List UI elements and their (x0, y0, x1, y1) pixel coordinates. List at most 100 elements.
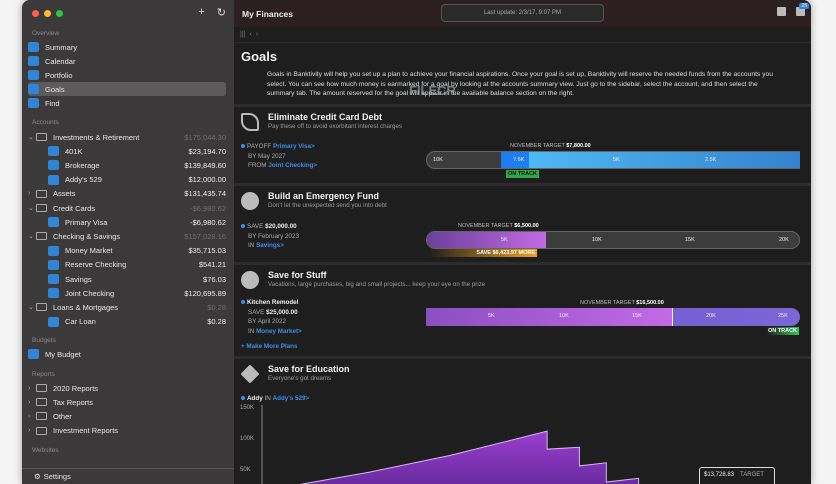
due-date: BY May 2027 (248, 152, 286, 160)
sidebar-item-find[interactable]: Find (28, 96, 226, 110)
goal-card-save-for-stuff[interactable]: Save for Stuff Vacations, large purchase… (234, 262, 811, 356)
account-link[interactable]: Savings> (256, 242, 284, 249)
chevron-icon[interactable]: ⌄ (28, 232, 36, 240)
gear-dot-icon[interactable] (241, 224, 245, 228)
sidebar-account[interactable]: ⌄ Investments & Retirement $175,044.30 (28, 130, 226, 144)
piggy-bank-icon (241, 271, 259, 289)
sidebar-account[interactable]: Car Loan $0.28 (28, 315, 226, 329)
sidebar-report[interactable]: › Tax Reports (28, 395, 226, 409)
sidebar-item-summary[interactable]: Summary (28, 40, 226, 54)
account-icon (48, 259, 59, 270)
goals-icon (28, 84, 39, 94)
close-button[interactable] (32, 10, 39, 17)
progress-bar: 10K 7.6K 5K 2.5K (426, 151, 800, 169)
export-icon[interactable] (777, 7, 786, 16)
account-link[interactable]: Primary Visa> (273, 143, 315, 150)
sidebar-account[interactable]: 401K $23,194.70 (28, 144, 226, 158)
chevron-icon[interactable]: › (28, 385, 36, 392)
account-name: Investments & Retirement (53, 132, 140, 142)
report-name: Other (53, 411, 72, 421)
sidebar-report[interactable]: › Other (28, 409, 226, 423)
goal-amount: $25,000.00 (266, 308, 298, 316)
sidebar-report[interactable]: › 2020 Reports (28, 381, 226, 395)
section-accounts: Accounts (32, 119, 59, 126)
goal-subtitle: Pay these off to avoid exorbitant intere… (268, 123, 403, 130)
sidebar-account[interactable]: Money Market $35,715.03 (28, 244, 226, 258)
account-name: Loans & Mortgages (53, 302, 119, 312)
account-balance: $23,194.70 (188, 146, 226, 156)
status-badge: ON TRACK (506, 170, 540, 178)
sidebar-account[interactable]: Savings $76.03 (28, 272, 226, 286)
chevron-icon[interactable]: › (28, 413, 36, 420)
sidebar-account[interactable]: Joint Checking $120,695.89 (28, 286, 226, 300)
status-badge: SAVE $6,423.97 MORE (428, 249, 537, 257)
sidebar-account[interactable]: Reserve Checking $541.21 (28, 258, 226, 272)
chevron-icon[interactable]: ⌄ (28, 133, 36, 141)
sidebar-report[interactable]: › Investment Reports (28, 424, 226, 438)
y-tick-label: 150K (240, 405, 254, 411)
shovel-icon (241, 113, 259, 131)
goal-card-credit-card[interactable]: Eliminate Credit Card Debt Pay these off… (234, 104, 811, 184)
account-balance: -$6,980.62 (190, 217, 226, 227)
back-icon[interactable]: ‹ (249, 31, 251, 38)
folder-icon (36, 412, 47, 421)
folder-icon (36, 133, 47, 141)
last-update-status: Last update: 2/3/17, 9:07 PM (441, 4, 604, 22)
sidebar-item-calendar[interactable]: Calendar (28, 54, 226, 68)
tick-label: 5K (501, 237, 508, 243)
minimize-button[interactable] (44, 10, 51, 17)
gear-icon: ⚙ (34, 472, 41, 481)
chevron-icon[interactable]: › (28, 427, 36, 434)
account-link[interactable]: Money Market> (256, 328, 302, 335)
account-balance: $0.28 (207, 317, 226, 327)
sidebar-account[interactable]: ⌄ Credit Cards -$6,980.62 (28, 201, 226, 215)
window-controls (32, 10, 63, 17)
sidebar-item-portfolio[interactable]: Portfolio (28, 68, 226, 82)
chevron-icon[interactable]: › (28, 399, 36, 406)
gear-dot-icon[interactable] (241, 144, 245, 148)
account-name: Joint Checking (65, 288, 115, 298)
portfolio-icon (28, 70, 39, 80)
sidebar-account[interactable]: ⌄ Checking & Savings $157,028.16 (28, 229, 226, 243)
account-name: 401K (65, 146, 83, 156)
inbox-icon[interactable]: 25 (796, 3, 809, 16)
goal-subtitle: Vacations, large purchases, big and smal… (268, 281, 486, 288)
chevron-icon[interactable]: ⌄ (28, 303, 36, 311)
forward-icon[interactable]: › (256, 31, 258, 38)
goal-amount: $20,000.00 (265, 223, 297, 230)
sidebar-account[interactable]: Primary Visa -$6,980.62 (28, 215, 226, 229)
sidebar-account[interactable]: › Assets $131,435.74 (28, 187, 226, 201)
calendar-icon (28, 56, 39, 66)
window-title: My Finances (242, 8, 294, 19)
sidebar-account[interactable]: Addy's 529 $12,000.00 (28, 173, 226, 187)
report-name: Tax Reports (53, 397, 94, 407)
target-label: NOVEMBER TARGET $7,800.00 (510, 143, 591, 149)
sidebar-item-my-budget[interactable]: My Budget (28, 347, 226, 361)
tick-label: 7.6K (513, 157, 525, 163)
tick-label: 15K (632, 313, 642, 319)
account-name: Savings (65, 274, 92, 284)
label: Calendar (45, 56, 76, 66)
due-date: BY April 2022 (248, 318, 287, 325)
settings-button[interactable]: ⚙ Settings (22, 468, 234, 484)
account-link[interactable]: Joint Checking> (268, 162, 317, 169)
page-title: Goals (241, 49, 278, 64)
goal-card-emergency-fund[interactable]: Build an Emergency Fund Don't let the un… (234, 183, 811, 263)
add-icon[interactable]: + (198, 6, 204, 19)
make-more-plans-link[interactable]: + Make More Plans (241, 343, 298, 350)
section-websites: Websites (32, 447, 59, 454)
gear-dot-icon[interactable] (241, 300, 245, 304)
sidebar-account[interactable]: Brokerage $139,849.60 (28, 158, 226, 172)
chevron-icon[interactable]: › (28, 190, 36, 197)
sidebar-item-goals[interactable]: Goals (28, 82, 226, 96)
account-balance: $139,849.60 (184, 160, 226, 170)
tick-label: 10K (559, 313, 569, 319)
sidebar-account[interactable]: ⌄ Loans & Mortgages $0.28 (28, 300, 226, 314)
refresh-icon[interactable]: ↻ (217, 6, 226, 19)
account-balance: -$6,980.62 (190, 203, 226, 213)
account-balance: $175,044.30 (184, 132, 226, 142)
umbrella-icon (241, 192, 259, 210)
zoom-button[interactable] (56, 10, 63, 17)
chevron-icon[interactable]: ⌄ (28, 204, 36, 212)
sidebar-toggle-icon[interactable]: ||| (240, 31, 245, 38)
